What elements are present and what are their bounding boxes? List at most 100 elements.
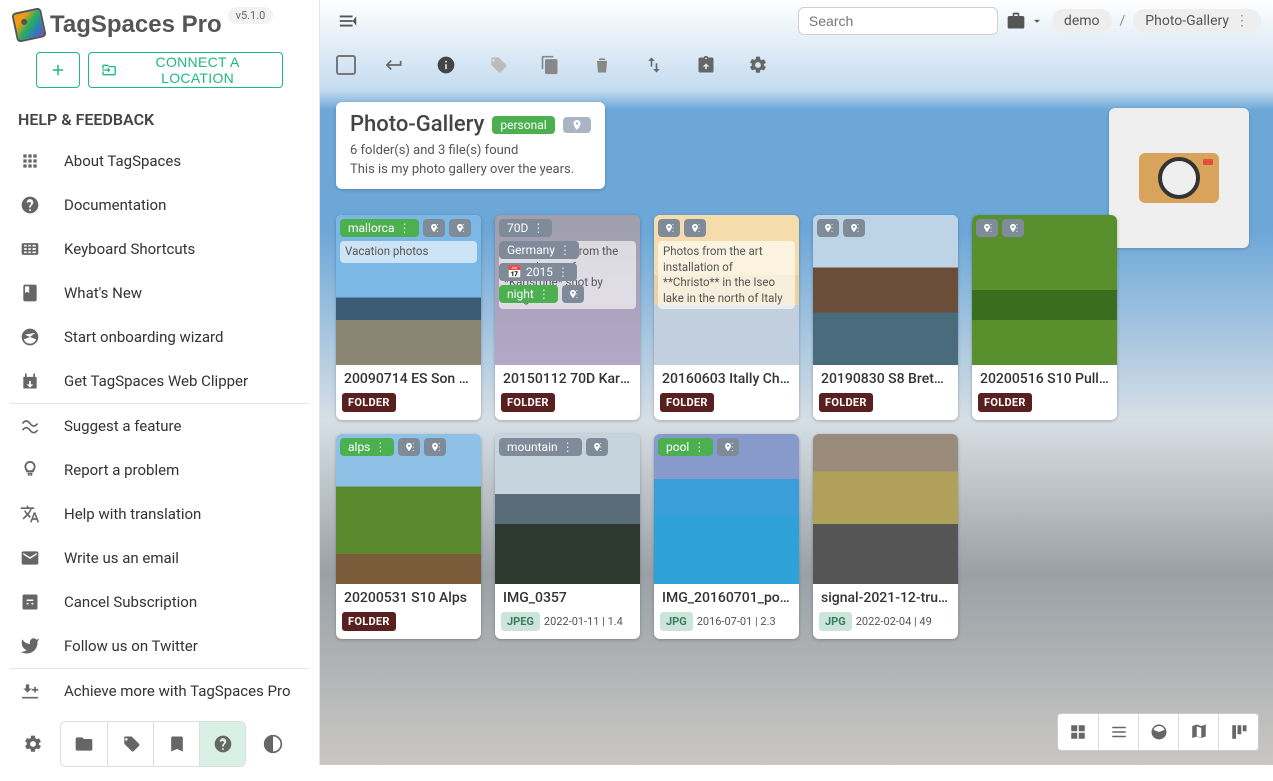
location-chooser[interactable] [1006, 11, 1044, 31]
menu-icon [18, 369, 42, 393]
view-map-button[interactable] [1178, 714, 1218, 750]
search-box[interactable] [798, 7, 998, 35]
entry-card[interactable]: 20200516 S10 PullachFOLDER [972, 215, 1117, 420]
menu-item-get-tagspaces-web-clipper[interactable]: Get TagSpaces Web Clipper [0, 359, 319, 403]
settings-button[interactable] [10, 722, 56, 766]
file-meta: 2022-01-11 | 1.4 [544, 615, 623, 628]
sort-button[interactable] [640, 51, 668, 79]
geo-pin-chip[interactable] [817, 219, 839, 237]
entry-thumb: 70DGermany📅 2015nightSome photos from th… [495, 215, 640, 365]
geo-pin-chip[interactable] [658, 219, 680, 237]
menu-item-achieve-more-with-tagspaces-pro[interactable]: Achieve more with TagSpaces Pro [0, 669, 319, 713]
geo-pin-chip[interactable] [423, 219, 445, 237]
info-button[interactable] [432, 51, 460, 79]
tag-chip[interactable]: 📅 2015 [499, 263, 577, 281]
more-chip[interactable] [424, 438, 446, 456]
dock-tags-button[interactable] [107, 722, 153, 766]
tag-chip[interactable]: alps [340, 438, 394, 456]
copy-button[interactable] [536, 51, 564, 79]
view-kanban-button[interactable] [1218, 714, 1258, 750]
menu-label: Get TagSpaces Web Clipper [64, 372, 248, 390]
add-button[interactable] [36, 52, 80, 88]
menu-item-write-us-an-email[interactable]: Write us an email [0, 536, 319, 580]
app-name: TagSpaces Pro [50, 11, 222, 39]
menu-item-what-s-new[interactable]: What's New [0, 271, 319, 315]
menu-icon [18, 414, 42, 438]
topbar-right: demo / Photo-Gallery ⋮ [798, 7, 1261, 35]
view-gallery-button[interactable] [1138, 714, 1178, 750]
entry-card[interactable]: 70DGermany📅 2015nightSome photos from th… [495, 215, 640, 420]
menu-item-documentation[interactable]: Documentation [0, 183, 319, 227]
menu-item-suggest-a-feature[interactable]: Suggest a feature [0, 404, 319, 448]
geo-pin-chip[interactable] [586, 438, 608, 456]
back-button[interactable] [380, 51, 408, 79]
more-chip[interactable] [684, 219, 706, 237]
select-all-checkbox[interactable] [336, 55, 356, 75]
connect-location-button[interactable]: CONNECT A LOCATION [88, 52, 283, 88]
more-chip[interactable] [449, 219, 471, 237]
entry-card[interactable]: Photos from the art installation of **Ch… [654, 215, 799, 420]
geo-pin-chip[interactable] [717, 438, 739, 456]
tag-chip[interactable]: night [499, 285, 558, 303]
search-input[interactable] [809, 13, 990, 29]
sidebar-collapse-button[interactable] [332, 5, 364, 37]
geo-pin-chip[interactable] [562, 285, 584, 303]
dock-help-button[interactable] [199, 722, 245, 766]
entry-title: 20090714 ES Son Serra [336, 365, 481, 387]
more-chip[interactable] [1002, 219, 1024, 237]
geo-pin-chip[interactable] [976, 219, 998, 237]
sidebar-top-buttons: CONNECT A LOCATION [0, 46, 319, 100]
entry-card[interactable]: mountain IMG_0357 JPEG 2022-01-11 | 1.4 [495, 434, 640, 639]
view-list-button[interactable] [1098, 714, 1138, 750]
menu-item-keyboard-shortcuts[interactable]: Keyboard Shortcuts [0, 227, 319, 271]
briefcase-icon [1006, 11, 1026, 31]
theme-toggle-button[interactable] [250, 722, 296, 766]
more-chip[interactable] [843, 219, 865, 237]
file-type-badge: JPEG [501, 612, 540, 631]
entry-thumb: pool [654, 434, 799, 584]
import-button[interactable] [692, 51, 720, 79]
entry-title: IMG_0357 [495, 584, 640, 606]
entry-card[interactable]: signal-2021-12-truckJPG2022-02-04 | 49 [813, 434, 958, 639]
delete-button[interactable] [588, 51, 616, 79]
tag-chip[interactable]: Germany [499, 241, 579, 259]
menu-item-follow-us-on-twitter[interactable]: Follow us on Twitter [0, 624, 319, 668]
tag-chip[interactable]: 70D [499, 219, 552, 237]
pin-icon [571, 119, 583, 131]
geo-pin-chip[interactable] [398, 438, 420, 456]
sidebar: TagSpaces Pro v5.1.0 CONNECT A LOCATION … [0, 0, 320, 765]
tag-chip[interactable]: mountain [499, 438, 582, 456]
menu-item-start-onboarding-wizard[interactable]: Start onboarding wizard [0, 315, 319, 359]
menu-icon [18, 193, 42, 217]
menu-item-report-a-problem[interactable]: Report a problem [0, 448, 319, 492]
entry-thumb: mallorcaVacation photos [336, 215, 481, 365]
menu-item-cancel-subscription[interactable]: Cancel Subscription [0, 580, 319, 624]
menu-item-help-with-translation[interactable]: Help with translation [0, 492, 319, 536]
folder-geo-chip[interactable] [563, 117, 591, 133]
logo-row: TagSpaces Pro v5.1.0 [0, 0, 319, 46]
entry-thumb: alps [336, 434, 481, 584]
folder-tag-personal[interactable]: personal [492, 116, 554, 134]
menu-icon [18, 149, 42, 173]
breadcrumb-location[interactable]: demo [1052, 9, 1112, 33]
tag-chip[interactable]: pool [658, 438, 713, 456]
entry-card[interactable]: poolIMG_20160701_poolJPG2016-07-01 | 2.3 [654, 434, 799, 639]
view-switcher [1057, 713, 1259, 751]
entry-thumb: mountain [495, 434, 640, 584]
tag-chip[interactable]: mallorca [340, 219, 419, 237]
folder-summary: 6 folder(s) and 3 file(s) found [350, 143, 591, 158]
entry-card[interactable]: mallorcaVacation photos20090714 ES Son S… [336, 215, 481, 420]
chevron-down-icon [1030, 14, 1044, 28]
tag-button[interactable] [484, 51, 512, 79]
breadcrumb-current[interactable]: Photo-Gallery ⋮ [1133, 9, 1261, 33]
dock-locations-button[interactable] [61, 722, 107, 766]
menu-item-about-tagspaces[interactable]: About TagSpaces [0, 139, 319, 183]
dock-bookmarks-button[interactable] [153, 722, 199, 766]
folder-header-card: Photo-Gallery personal 6 folder(s) and 3… [336, 102, 605, 189]
menu-label: Write us an email [64, 549, 179, 567]
menu-label: Follow us on Twitter [64, 637, 198, 655]
view-grid-button[interactable] [1058, 714, 1098, 750]
entry-card[interactable]: 20190830 S8 BretagneFOLDER [813, 215, 958, 420]
entry-card[interactable]: alps20200531 S10 AlpsFOLDER [336, 434, 481, 639]
folder-settings-button[interactable] [744, 51, 772, 79]
